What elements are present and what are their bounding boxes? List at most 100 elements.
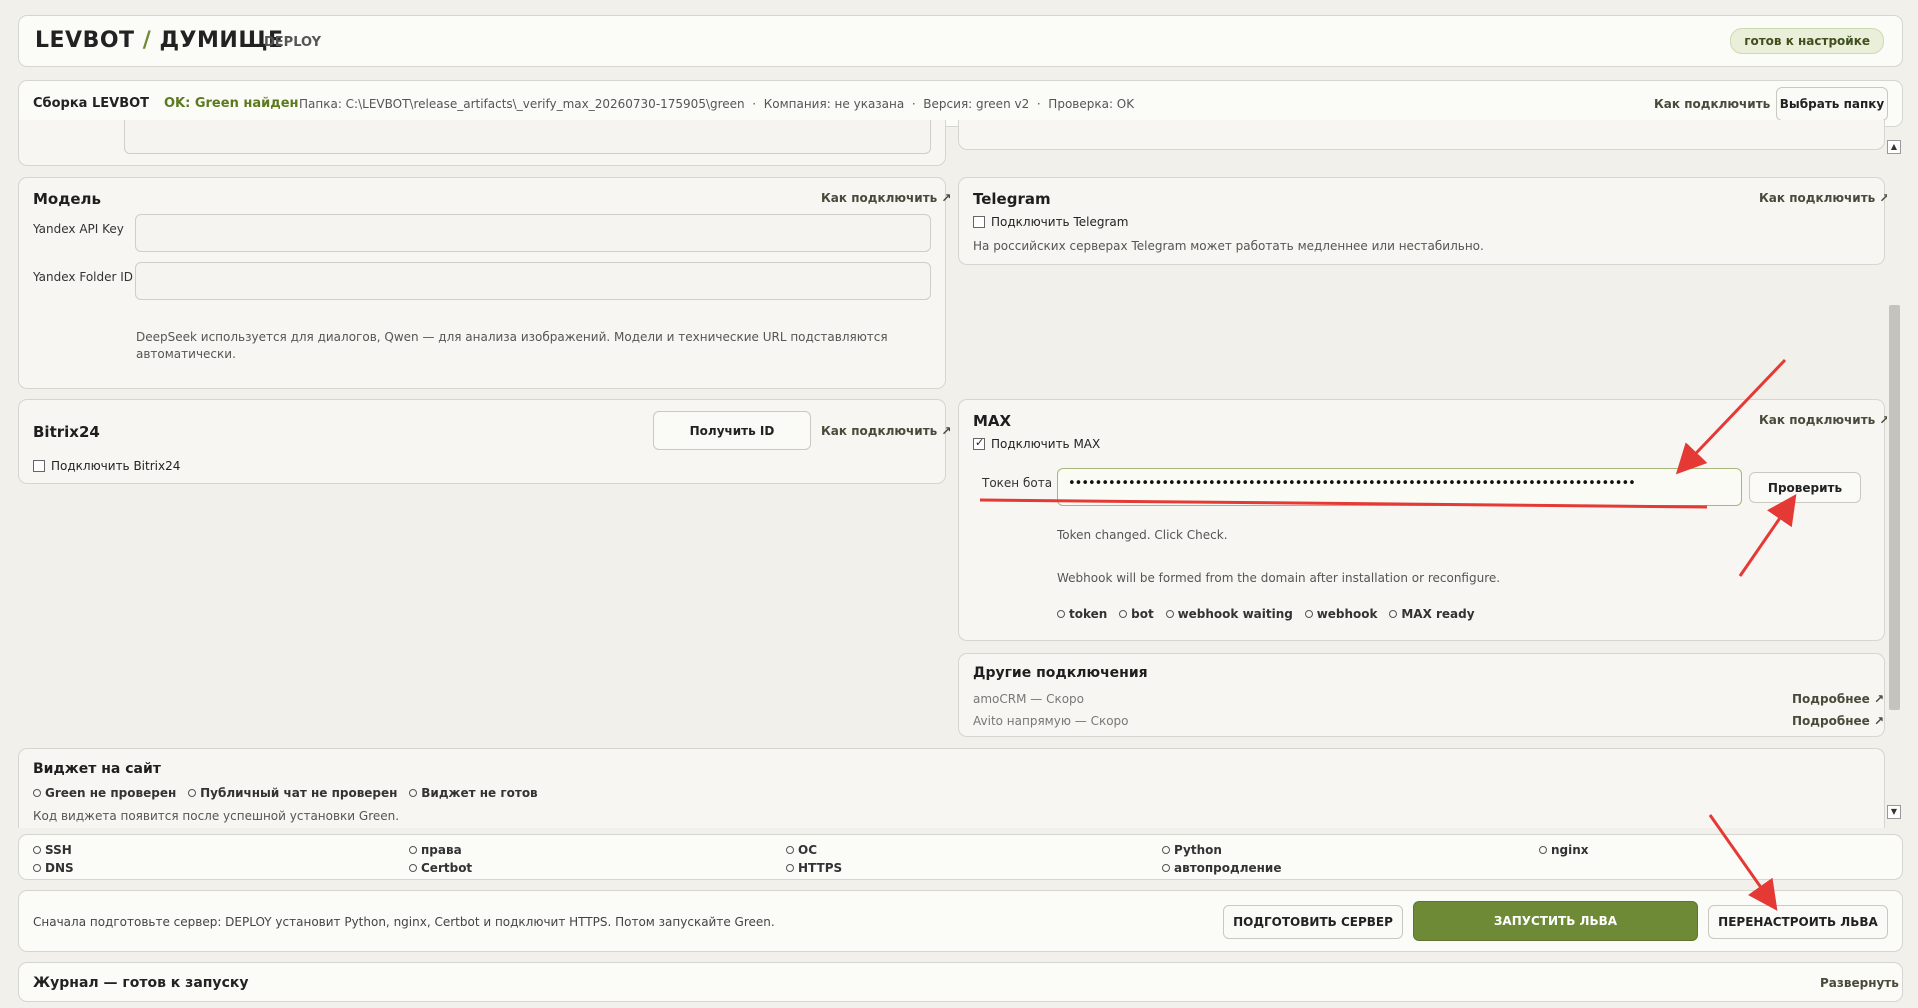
check-ssh-icon: [33, 846, 41, 854]
widget-state-green-icon: [33, 789, 41, 797]
api-key-input[interactable]: [135, 214, 931, 252]
other-item-amocrm: amoCRM — Скоро: [973, 692, 1085, 706]
checks-col-2: права Certbot: [409, 841, 472, 877]
state-webhook-waiting: webhook waiting: [1165, 607, 1293, 621]
other-avito-link[interactable]: Подробнее ↗: [1792, 714, 1884, 728]
max-checkbox-box[interactable]: [973, 436, 985, 450]
widget-state-chat: Публичный чат не проверен: [188, 786, 397, 800]
scroll-down-icon[interactable]: ▼: [1887, 805, 1901, 819]
check-dns-icon: [33, 864, 41, 872]
state-max-ready-icon: [1389, 610, 1398, 618]
bitrix-connect-link[interactable]: Как подключить ↗: [821, 424, 951, 438]
check-certbot-icon: [409, 864, 417, 872]
reconfigure-button[interactable]: ПЕРЕНАСТРОИТЬ ЛЬВА: [1708, 905, 1888, 939]
max-title: MAX: [973, 412, 1012, 430]
widget-state-ready-icon: [409, 789, 418, 797]
telegram-note: На российских серверах Telegram может ра…: [973, 239, 1484, 253]
launch-button[interactable]: ЗАПУСТИТЬ ЛЬВА: [1413, 901, 1698, 941]
state-webhook-waiting-icon: [1165, 610, 1174, 618]
widget-note: Код виджета появится после успешной уста…: [33, 809, 400, 823]
bitrix-checkbox[interactable]: Подключить Bitrix24: [33, 459, 180, 473]
telegram-checkbox-box[interactable]: [973, 216, 985, 228]
check-autorenew: автопродление: [1162, 859, 1281, 877]
telegram-checkbox[interactable]: Подключить Telegram: [973, 215, 1128, 229]
check-token-button[interactable]: Проверить: [1749, 472, 1861, 503]
state-token: token: [1057, 607, 1107, 621]
other-item-avito: Avito напрямую — Скоро: [973, 714, 1129, 728]
action-hint: Сначала подготовьте сервер: DEPLOY устан…: [33, 915, 775, 929]
token-input[interactable]: ••••••••••••••••••••••••••••••••••••••••…: [1057, 468, 1742, 506]
check-os: OC: [786, 841, 842, 859]
state-webhook: webhook: [1304, 607, 1378, 621]
prepare-server-button[interactable]: ПОДГОТОВИТЬ СЕРВЕР: [1223, 905, 1403, 939]
telegram-card: Telegram Как подключить ↗ Подключить Tel…: [958, 177, 1889, 265]
app-header: LEVBOT / ДУМИЩЕ DEPLOY готов к настройке: [18, 15, 1903, 67]
state-webhook-icon: [1304, 610, 1313, 618]
build-details: Папка: C:\LEVBOT\release_artifacts\_veri…: [299, 97, 1135, 111]
check-rights-icon: [409, 846, 417, 854]
scrolled-card-right: [958, 120, 1885, 150]
scrolled-input[interactable]: [124, 120, 931, 154]
checks-col-1: SSH DNS: [33, 841, 74, 877]
other-title: Другие подключения: [973, 665, 1148, 681]
checks-col-3: OC HTTPS: [786, 841, 842, 877]
telegram-connect-link[interactable]: Как подключить ↗: [1759, 191, 1889, 205]
check-python-icon: [1162, 846, 1170, 854]
check-certbot: Certbot: [409, 859, 472, 877]
state-bot-icon: [1119, 610, 1128, 618]
widget-title: Виджет на сайт: [33, 761, 161, 777]
brand: LEVBOT / ДУМИЩЕ: [35, 28, 284, 53]
model-hint: DeepSeek используется для диалогов, Qwen…: [136, 330, 888, 361]
token-status: Token changed. Click Check.: [1057, 528, 1228, 542]
model-title: Модель: [33, 190, 101, 208]
folder-id-label: Yandex Folder ID: [33, 270, 134, 284]
build-status: OK: Green найден: [164, 96, 299, 111]
scrolled-card-left: [18, 120, 946, 166]
state-token-icon: [1057, 610, 1065, 618]
widget-card: Виджет на сайт Green не проверен Публичн…: [18, 748, 1885, 828]
build-connect-link[interactable]: Как подключить ↗: [1654, 97, 1784, 111]
other-amocrm-link[interactable]: Подробнее ↗: [1792, 692, 1884, 706]
get-id-button[interactable]: Получить ID: [653, 411, 811, 450]
check-os-icon: [786, 846, 794, 854]
max-states: token bot webhook waiting webhook MAX re…: [1057, 607, 1475, 621]
checks-col-5: nginx: [1539, 841, 1589, 859]
state-max-ready: MAX ready: [1389, 607, 1475, 621]
bitrix-checkbox-box[interactable]: [33, 460, 45, 472]
max-connect-link[interactable]: Как подключить ↗: [1759, 413, 1889, 427]
scroll-up-icon[interactable]: ▲: [1887, 140, 1901, 154]
max-card: MAX Как подключить ↗ Подключить MAX Токе…: [958, 399, 1889, 641]
token-label: Токен бота: [982, 476, 1053, 490]
state-bot: bot: [1119, 607, 1154, 621]
check-python: Python: [1162, 841, 1281, 859]
check-https-icon: [786, 864, 794, 872]
api-key-label: Yandex API Key: [33, 222, 124, 236]
model-connect-link[interactable]: Как подключить ↗: [821, 191, 951, 205]
brand-subtitle: DEPLOY: [264, 35, 322, 50]
widget-state-chat-icon: [188, 789, 197, 797]
check-rights: права: [409, 841, 472, 859]
check-nginx-icon: [1539, 846, 1547, 854]
build-title: Сборка LEVBOT: [33, 96, 150, 111]
folder-id-input[interactable]: [135, 262, 931, 300]
check-autorenew-icon: [1162, 864, 1170, 872]
checks-bar: SSH DNS права Certbot OC HTTPS Python ав…: [18, 834, 1903, 880]
journal-expand-link[interactable]: Развернуть: [1820, 976, 1899, 990]
webhook-note: Webhook will be formed from the domain a…: [1057, 571, 1501, 585]
check-nginx: nginx: [1539, 841, 1589, 859]
action-bar: Сначала подготовьте сервер: DEPLOY устан…: [18, 890, 1903, 952]
widget-state-ready: Виджет не готов: [409, 786, 538, 800]
scrollbar-thumb[interactable]: [1889, 305, 1900, 710]
checks-col-4: Python автопродление: [1162, 841, 1281, 877]
widget-states: Green не проверен Публичный чат не прове…: [33, 786, 538, 800]
model-card: Модель Как подключить ↗ Yandex API Key Y…: [18, 177, 951, 389]
other-connections-card: Другие подключения amoCRM — Скоро Подроб…: [958, 653, 1885, 737]
journal-title: Журнал — готов к запуску: [33, 975, 249, 991]
token-value: ••••••••••••••••••••••••••••••••••••••••…: [1068, 476, 1636, 491]
check-ssh: SSH: [33, 841, 74, 859]
choose-folder-button[interactable]: Выбрать папку: [1776, 87, 1888, 121]
bitrix-card: Bitrix24 Получить ID Как подключить ↗ По…: [18, 399, 951, 484]
max-checkbox[interactable]: Подключить MAX: [973, 436, 1100, 451]
status-badge: готов к настройке: [1730, 28, 1884, 54]
bitrix-title: Bitrix24: [33, 423, 100, 441]
